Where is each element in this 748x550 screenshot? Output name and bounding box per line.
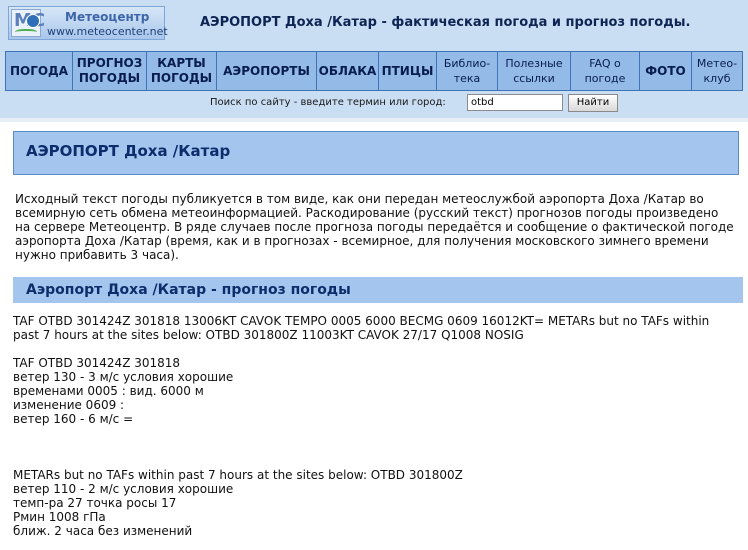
forecast-section-title: Аэропорт Доха /Катар - прогноз погоды <box>26 282 351 298</box>
decoded-taf-text: TAF OTBD 301424Z 301818 ветер 130 - 3 м/… <box>13 356 234 426</box>
site-header: MC Метеоцентр www.meteocenter.net АЭРОПО… <box>0 0 748 118</box>
search-input[interactable] <box>467 94 563 111</box>
search-button[interactable]: Найти <box>568 94 618 112</box>
page-title: АЭРОПОРТ Доха /Катар <box>26 142 231 160</box>
header-divider <box>0 118 748 122</box>
logo-name: Метеоцентр <box>65 10 150 24</box>
raw-taf-text: TAF OTBD 301424Z 301818 13006KT CAVOK TE… <box>13 314 710 342</box>
nav-item-clouds[interactable]: ОБЛАКА <box>317 52 379 90</box>
nav-item-forecast[interactable]: ПРОГНОЗ ПОГОДЫ <box>73 52 147 90</box>
nav-item-library[interactable]: Библио-тека <box>437 52 498 90</box>
search-bar: Поиск по сайту - введите термин или горо… <box>0 94 748 114</box>
nav-item-faq[interactable]: FAQ о погоде <box>571 52 640 90</box>
nav-item-weather[interactable]: ПОГОДА <box>6 52 73 90</box>
content-panel: АЭРОПОРТ Доха /Катар Исходный текст пого… <box>5 124 743 550</box>
nav-item-weather-maps[interactable]: КАРТЫ ПОГОДЫ <box>147 52 217 90</box>
logo-mark-icon: MC <box>11 9 45 37</box>
nav-item-meteo-club[interactable]: Метео-клуб <box>692 52 742 90</box>
page-title-box: АЭРОПОРТ Доха /Катар <box>13 131 739 175</box>
site-logo[interactable]: MC Метеоцентр www.meteocenter.net <box>8 6 168 40</box>
decoded-metar-text: METARs but no TAFs within past 7 hours a… <box>13 468 463 538</box>
logo-url: www.meteocenter.net <box>47 25 168 38</box>
logo-sun-icon <box>26 14 40 28</box>
intro-text: Исходный текст погоды публикуется в том … <box>15 192 734 262</box>
main-nav: ПОГОДА ПРОГНОЗ ПОГОДЫ КАРТЫ ПОГОДЫ АЭРОП… <box>5 51 743 91</box>
logo-wave-icon <box>15 29 37 37</box>
nav-item-airports[interactable]: АЭРОПОРТЫ <box>217 52 317 90</box>
nav-item-birds[interactable]: ПТИЦЫ <box>379 52 437 90</box>
page-headline: АЭРОПОРТ Доха /Катар - фактическая погод… <box>200 15 691 30</box>
nav-item-useful-links[interactable]: Полезные ссылки <box>498 52 571 90</box>
search-label: Поиск по сайту - введите термин или горо… <box>210 97 446 108</box>
forecast-section-header: Аэропорт Доха /Катар - прогноз погоды <box>13 277 743 303</box>
nav-item-photo[interactable]: ФОТО <box>640 52 692 90</box>
